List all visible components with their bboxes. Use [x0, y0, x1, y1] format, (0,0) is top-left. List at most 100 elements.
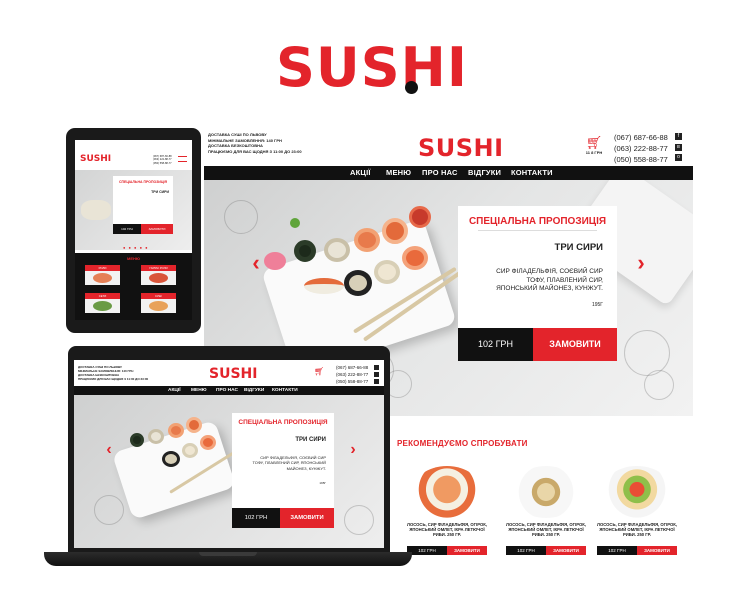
- menu-tile-label: СЕТИ: [85, 293, 120, 299]
- order-button[interactable]: ЗАМОВИТИ: [447, 546, 487, 555]
- cart-button[interactable]: 🛒︎ 11 8 ГРН: [582, 136, 606, 158]
- main-nav: АКЦІЇ МЕНЮ ПРО НАС ВІДГУКИ КОНТАКТИ: [204, 166, 693, 180]
- phone-number[interactable]: (050) 558-88-77: [153, 162, 172, 165]
- hero-slider: СПЕЦІАЛЬНА ПРОПОЗИЦІЯ ТРИ СИРИ 102 ГРН З…: [75, 170, 192, 250]
- phone-list: (067) 687-66-88 (063) 222-88-77 (050) 55…: [336, 364, 368, 385]
- decor-swirl: [344, 505, 374, 535]
- laptop-mockup: ДОСТАВКА СУШІ ПО ЛЬВОВУ МІНІМАЛЬНЕ ЗАМОВ…: [68, 346, 390, 552]
- product-description: СИР ФІЛАДЕЛЬФІЯ, СОЄВИЙ СИР ТОФУ, ПЛАВЛЕ…: [496, 268, 603, 292]
- nav-item-promotions[interactable]: АКЦІЇ: [168, 386, 181, 395]
- sushi-roll: [162, 451, 180, 467]
- product-description: ЛОСОСЬ, СИР ФІЛАДЕЛЬФІЯ, ОГІРОК, ЯПОНСЬК…: [506, 522, 586, 538]
- site-logo[interactable]: SUSHI: [80, 154, 111, 164]
- odnoklassniki-icon[interactable]: [374, 379, 379, 384]
- tablet-screen: SUSHI (067) 687-66-88 (063) 222-88-77 (0…: [75, 140, 192, 320]
- tablet-mockup: SUSHI (067) 687-66-88 (063) 222-88-77 (0…: [66, 128, 201, 333]
- sushi-roll: [374, 260, 400, 284]
- product-price: 102 ГРН: [597, 546, 637, 555]
- product-price: 102 ГРН: [113, 224, 141, 234]
- special-offer-card: СПЕЦІАЛЬНА ПРОПОЗИЦІЯ ТРИ СИРИ СИР ФІЛАД…: [232, 413, 334, 528]
- nav-item-menu[interactable]: МЕНЮ: [386, 166, 411, 180]
- divider: [478, 230, 597, 231]
- hamburger-menu-icon[interactable]: [178, 156, 187, 162]
- menu-tile-image: [93, 273, 112, 283]
- decor-swirl: [94, 495, 124, 525]
- brand-logo: SUSHI: [276, 33, 468, 103]
- sushi-roll: [130, 433, 144, 447]
- menu-tile-image: [149, 273, 168, 283]
- sushi-plate-image: [81, 200, 111, 220]
- brand-logo-text: SUSHI: [276, 36, 468, 99]
- delivery-info-line: ПРАЦЮЄМО ДЛЯ ВАС ЩОДНЯ З 11:00 ДО 23:00: [208, 148, 302, 154]
- delivery-info-line: ПРАЦЮЄМО ДЛЯ ВАС ЩОДНЯ З 11:00 ДО 23:00: [78, 377, 149, 381]
- ginger: [264, 252, 286, 270]
- product-image: [511, 466, 581, 518]
- special-offer-title: СПЕЦІАЛЬНА ПРОПОЗИЦІЯ: [468, 216, 607, 227]
- site-logo[interactable]: SUSHI: [418, 134, 504, 162]
- order-button[interactable]: ЗАМОВИТИ: [637, 546, 677, 555]
- phone-number[interactable]: (063) 222-88-77: [614, 143, 668, 154]
- product-price: 102 ГРН: [458, 328, 533, 361]
- slider-next-arrow[interactable]: ›: [346, 439, 360, 461]
- order-button[interactable]: ЗАМОВИТИ: [533, 328, 617, 361]
- nav-item-reviews[interactable]: ВІДГУКИ: [244, 386, 264, 395]
- sushi-roll: [186, 417, 202, 433]
- vk-icon[interactable]: в: [675, 143, 682, 151]
- order-button[interactable]: ЗАМОВИТИ: [280, 508, 334, 528]
- facebook-icon[interactable]: [374, 365, 379, 370]
- special-offer-card: СПЕЦІАЛЬНА ПРОПОЗИЦІЯ ТРИ СИРИ 102 ГРН З…: [113, 176, 173, 234]
- slider-prev-arrow[interactable]: ‹: [249, 252, 263, 274]
- nav-item-about[interactable]: ПРО НАС: [216, 386, 238, 395]
- sushi-roll: [148, 429, 164, 444]
- phone-number[interactable]: (067) 687-66-88: [614, 132, 668, 143]
- product-price: 102 ГРН: [232, 508, 280, 528]
- slider-next-arrow[interactable]: ›: [634, 252, 648, 274]
- menu-tile-label: РОЛИ: [85, 265, 120, 271]
- phone-number[interactable]: (050) 558-88-77: [614, 154, 668, 165]
- nigiri: [304, 278, 344, 294]
- laptop-screen: ДОСТАВКА СУШІ ПО ЛЬВОВУ МІНІМАЛЬНЕ ЗАМОВ…: [74, 360, 384, 548]
- facebook-icon[interactable]: f: [675, 133, 682, 140]
- odnoklassniki-icon[interactable]: о: [675, 154, 682, 161]
- nav-item-reviews[interactable]: ВІДГУКИ: [468, 166, 501, 180]
- logo-chopstick-dot: [405, 81, 418, 94]
- slider-prev-arrow[interactable]: ‹: [102, 439, 116, 461]
- nav-item-about[interactable]: ПРО НАС: [422, 166, 458, 180]
- menu-tile[interactable]: СУШІ: [141, 293, 176, 313]
- menu-section: МЕНЮ РОЛИ ГАРЯЧІ РОЛИ СЕТИ СУШІ: [75, 253, 192, 320]
- order-button[interactable]: ЗАМОВИТИ: [546, 546, 586, 555]
- nav-item-menu[interactable]: МЕНЮ: [191, 386, 207, 395]
- recommended-product: ЛОСОСЬ, СИР ФІЛАДЕЛЬФІЯ, ОГІРОК, ЯПОНСЬК…: [597, 466, 677, 558]
- special-offer-card: СПЕЦІАЛЬНА ПРОПОЗИЦІЯ ТРИ СИРИ СИР ФІЛАД…: [458, 206, 617, 361]
- phone-number[interactable]: (063) 222-88-77: [336, 371, 368, 378]
- vk-icon[interactable]: [374, 372, 379, 377]
- menu-tile[interactable]: СЕТИ: [85, 293, 120, 313]
- social-links: f в о: [675, 133, 683, 165]
- order-button[interactable]: ЗАМОВИТИ: [141, 224, 173, 234]
- cart-icon[interactable]: 🛒︎: [314, 367, 324, 376]
- sushi-roll: [324, 238, 350, 262]
- social-links: [374, 365, 379, 386]
- menu-tile[interactable]: ГАРЯЧІ РОЛИ: [141, 265, 176, 285]
- phone-number[interactable]: (050) 558-88-77: [336, 378, 368, 385]
- hero-slider: ‹ › СПЕЦІАЛЬНА ПРОПОЗИЦІЯ ТРИ СИРИ СИР Ф…: [74, 395, 384, 548]
- product-name: ТРИ СИРИ: [554, 242, 603, 253]
- menu-tile[interactable]: РОЛИ: [85, 265, 120, 285]
- nav-item-promotions[interactable]: АКЦІЇ: [350, 166, 371, 180]
- slider-dots[interactable]: ● ● ● ● ●: [123, 245, 149, 250]
- menu-tile-label: ГАРЯЧІ РОЛИ: [141, 265, 176, 271]
- recommended-product: ЛОСОСЬ, СИР ФІЛАДЕЛЬФІЯ, ОГІРОК, ЯПОНСЬК…: [506, 466, 586, 558]
- product-description: СИР ФІЛАДЕЛЬФІЯ, СОЄВИЙ СИР ТОФУ, ПЛАВЛЕ…: [252, 455, 326, 471]
- nav-item-contacts[interactable]: КОНТАКТИ: [511, 166, 553, 180]
- sushi-roll: [168, 423, 184, 438]
- sushi-roll: [409, 206, 431, 228]
- nav-item-contacts[interactable]: КОНТАКТИ: [272, 386, 298, 395]
- sushi-roll: [354, 228, 380, 252]
- site-header: ДОСТАВКА СУШІ ПО ЛЬВОВУ МІНІМАЛЬНЕ ЗАМОВ…: [204, 128, 693, 166]
- site-logo[interactable]: SUSHI: [209, 366, 257, 382]
- recommended-product: ЛОСОСЬ, СИР ФІЛАДЕЛЬФІЯ, ОГІРОК, ЯПОНСЬК…: [407, 466, 487, 558]
- product-image: [412, 466, 482, 518]
- product-image: [602, 466, 672, 518]
- phone-number[interactable]: (067) 687-66-88: [336, 364, 368, 371]
- sushi-roll: [402, 246, 428, 270]
